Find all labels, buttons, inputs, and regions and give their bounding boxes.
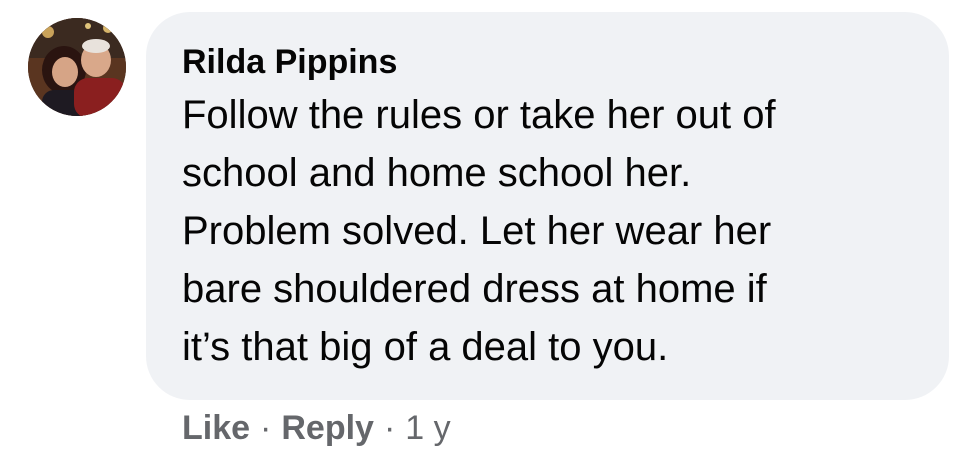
comment-actions: Like · Reply · 1 y [182, 406, 451, 450]
separator-dot: · [260, 408, 272, 447]
reply-button[interactable]: Reply [281, 409, 374, 448]
comment-text-line: Problem solved. Let her wear her [182, 209, 772, 253]
comment-text-line: bare shouldered dress at home if [182, 267, 767, 311]
avatar[interactable] [28, 18, 126, 116]
like-button[interactable]: Like [182, 409, 250, 448]
separator-dot: · [383, 408, 396, 447]
comment-text-line: it’s that big of a deal to you. [182, 325, 669, 369]
timestamp[interactable]: 1 y [405, 409, 450, 448]
comment-text-line: Follow the rules or take her out of [182, 93, 776, 137]
avatar-photo [28, 18, 126, 116]
comment-bubble: Rilda Pippins Follow the rules or take h… [146, 12, 949, 400]
comment-text-line: school and home school her. [182, 151, 692, 195]
comment-author[interactable]: Rilda Pippins [182, 42, 913, 82]
